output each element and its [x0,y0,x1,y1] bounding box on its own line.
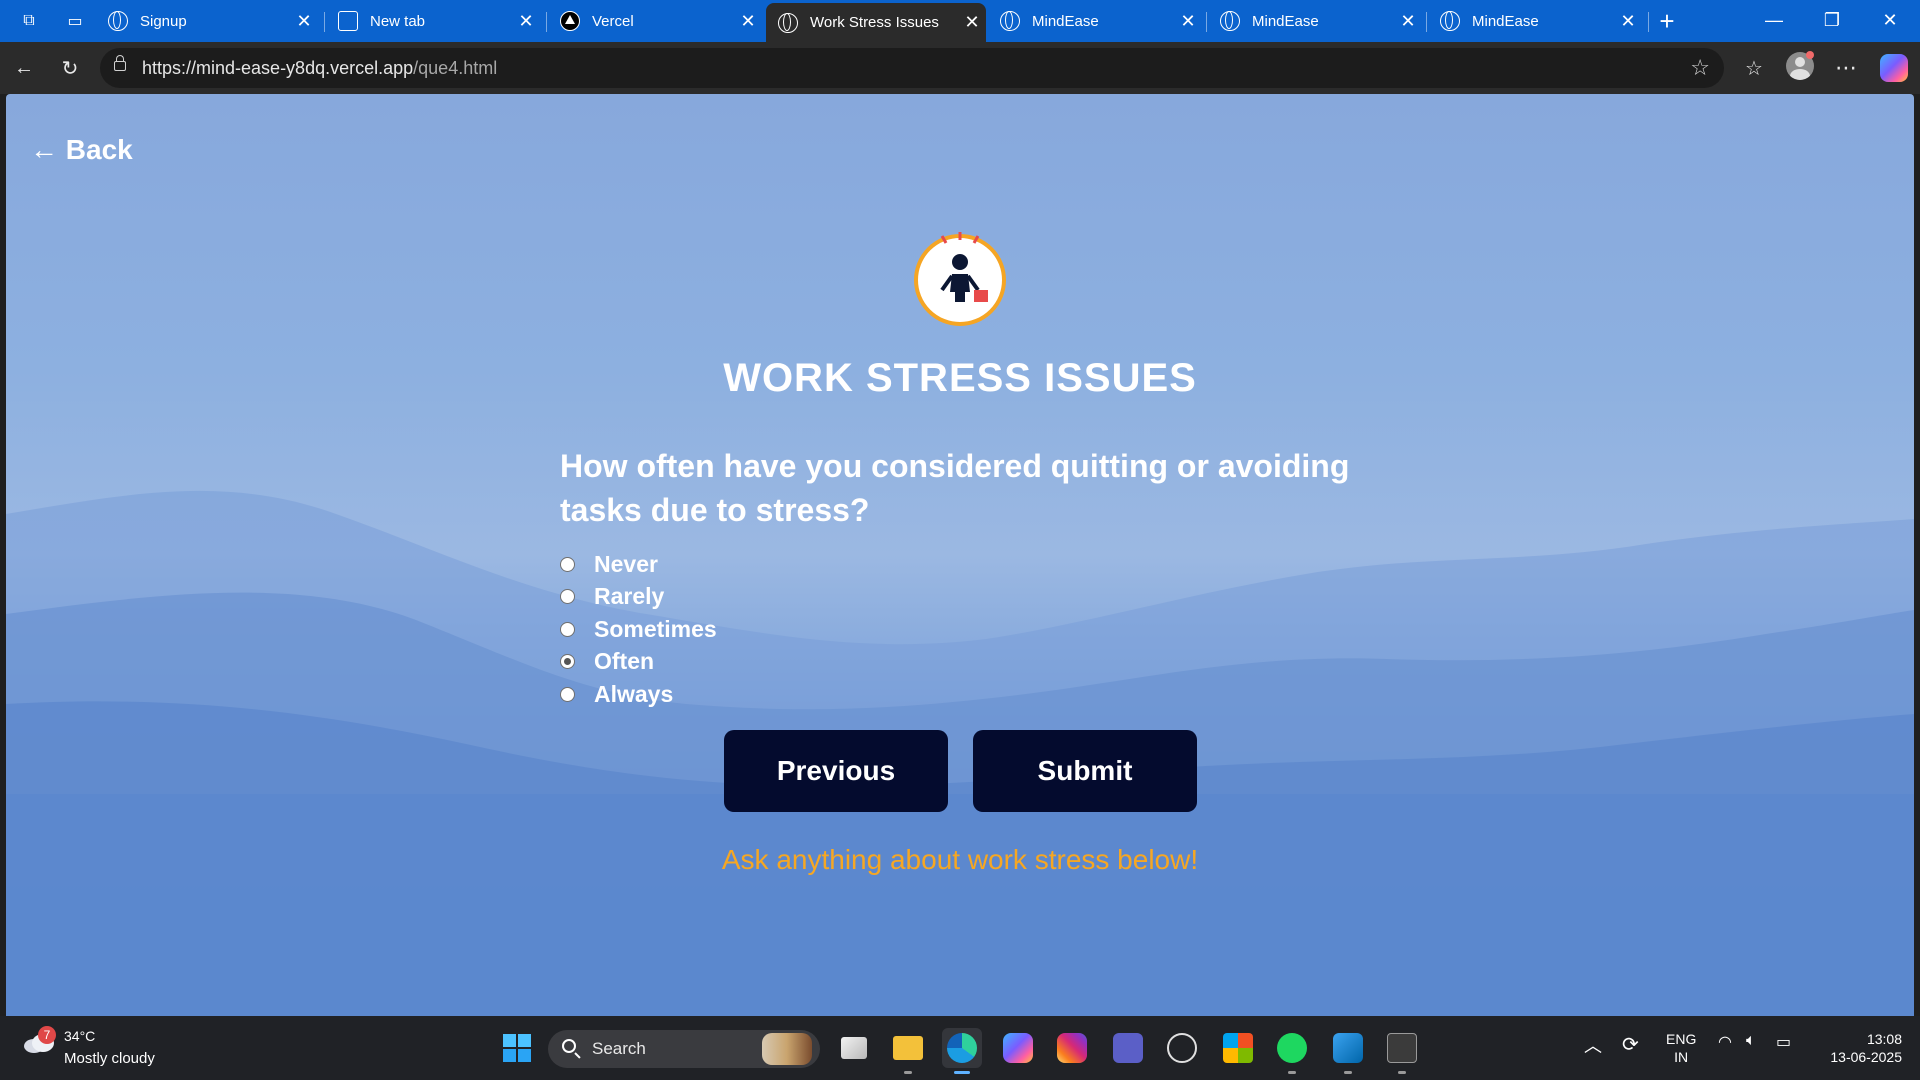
taskbar-clock[interactable]: 13:08 13-06-2025 [1812,1030,1902,1066]
microsoft-store-icon[interactable] [1218,1028,1258,1068]
vercel-icon [560,11,580,31]
close-tab-icon[interactable]: ✕ [734,11,762,32]
page-title: WORK STRESS ISSUES [723,356,1197,400]
globe-icon [1000,11,1020,31]
tab-title: MindEase [1472,12,1539,30]
new-tab-icon [338,11,358,31]
globe-icon [1440,11,1460,31]
instagram-icon[interactable] [1052,1028,1092,1068]
url-text[interactable]: https://mind-ease-y8dq.vercel.app/que4.h… [142,58,497,79]
taskbar-search[interactable]: Search [548,1030,820,1068]
radio-button[interactable] [560,686,575,702]
file-explorer-icon[interactable] [888,1028,928,1074]
back-link[interactable]: ← Back [30,134,133,166]
spotify-icon[interactable] [1272,1028,1312,1074]
favorites-icon[interactable]: ☆ [1738,52,1770,84]
weather-description[interactable]: Mostly cloudy [64,1050,155,1067]
copilot-icon[interactable] [1880,54,1908,82]
lock-icon [114,55,126,71]
globe-icon [1220,11,1240,31]
radio-button[interactable] [560,589,575,605]
option-label: Rarely [594,583,665,610]
wifi-icon[interactable]: ◠ [1718,1032,1732,1052]
option-sometimes[interactable]: Sometimes [560,613,960,646]
address-bar[interactable]: https://mind-ease-y8dq.vercel.app/que4.h… [100,48,1724,88]
more-options-icon[interactable]: ⋯ [1830,52,1862,84]
radio-button-selected[interactable] [560,654,575,670]
vertical-tabs-icon[interactable]: ▭ [62,8,88,34]
option-rarely[interactable]: Rarely [560,581,960,614]
minimize-icon[interactable]: — [1746,0,1802,40]
answer-options: Never Rarely Sometimes Often Always [560,548,960,711]
weather-temperature[interactable]: 34°C [64,1028,95,1044]
tab-strip: ⧉ ▭ Signup ✕ New tab ✕ Vercel ✕ Work Str… [0,0,1920,42]
browser-window: ⧉ ▭ Signup ✕ New tab ✕ Vercel ✕ Work Str… [0,0,1920,1080]
radio-button[interactable] [560,556,575,572]
windows-logo-icon [503,1034,531,1062]
input-language[interactable]: ENG IN [1666,1030,1696,1066]
submit-button[interactable]: Submit [973,730,1197,812]
back-arrow-icon[interactable]: ← [8,52,40,84]
option-often[interactable]: Often [560,646,960,679]
option-never[interactable]: Never [560,548,960,581]
option-label: Always [594,680,674,707]
battery-icon[interactable]: ▭ [1776,1032,1791,1052]
workspaces-icon[interactable]: ⧉ [16,8,42,34]
option-label: Sometimes [594,615,717,642]
edge-browser-icon[interactable] [942,1028,982,1074]
refresh-icon[interactable]: ↻ [54,52,86,84]
close-tab-icon[interactable]: ✕ [1394,11,1422,32]
close-tab-icon[interactable]: ✕ [958,12,986,33]
new-tab-plus-icon[interactable]: + [1654,6,1680,36]
close-tab-icon[interactable]: ✕ [1614,11,1642,32]
chat-prompt-text: Ask anything about work stress below! [721,844,1199,875]
question-text: How often have you considered quitting o… [560,448,1350,528]
globe-icon [778,12,798,33]
tab-signup[interactable]: Signup ✕ [96,3,318,39]
tab-mindease-1[interactable]: MindEase ✕ [988,3,1202,39]
restore-icon[interactable]: ❐ [1804,0,1860,40]
vscode-icon[interactable] [1328,1028,1368,1074]
terminal-icon[interactable] [1382,1028,1422,1074]
tab-work-stress-issues[interactable]: Work Stress Issues ✕ [766,3,986,42]
close-window-icon[interactable]: ✕ [1862,0,1918,40]
tab-new-tab[interactable]: New tab ✕ [326,3,540,39]
sync-icon[interactable]: ⟳ [1622,1032,1639,1057]
search-label: Search [592,1039,646,1058]
option-label: Never [594,550,658,577]
tab-vercel[interactable]: Vercel ✕ [548,3,762,39]
profile-notification-dot [1806,51,1814,59]
browser-toolbar: ← ↻ https://mind-ease-y8dq.vercel.app/qu… [0,42,1920,94]
search-highlight-image [762,1033,812,1065]
taskbar: 7 34°C Mostly cloudy Search ︿ ⟳ ENG IN ◠… [0,1016,1920,1080]
tab-title: Vercel [592,12,634,30]
tab-title: MindEase [1032,12,1099,30]
task-view-icon[interactable] [834,1028,874,1068]
page-viewport: ← Back WORK STRESS ISSUES How often have… [6,94,1914,1016]
copilot-app-icon[interactable] [998,1028,1038,1068]
radio-button[interactable] [560,621,575,637]
stressed-worker-icon [914,232,1006,326]
favorite-star-icon[interactable]: ☆ [1690,55,1710,81]
globe-icon [108,11,128,31]
close-tab-icon[interactable]: ✕ [512,11,540,32]
option-always[interactable]: Always [560,678,960,711]
dell-icon[interactable] [1162,1028,1202,1068]
show-hidden-icons-chevron-icon[interactable]: ︿ [1584,1032,1602,1058]
tab-title: New tab [370,12,426,30]
tab-title: Signup [140,12,187,30]
start-button[interactable] [497,1028,537,1068]
volume-icon[interactable]: 🔈︎ [1746,1032,1756,1050]
tab-mindease-2[interactable]: MindEase ✕ [1208,3,1422,39]
teams-icon[interactable] [1108,1028,1148,1068]
option-label: Often [594,648,655,675]
weather-badge: 7 [38,1026,56,1044]
close-tab-icon[interactable]: ✕ [1174,11,1202,32]
previous-button[interactable]: Previous [724,730,948,812]
tab-mindease-3[interactable]: MindEase ✕ [1428,3,1642,39]
tab-title: Work Stress Issues [810,14,939,31]
tab-title: MindEase [1252,12,1319,30]
close-tab-icon[interactable]: ✕ [290,11,318,32]
search-icon [562,1039,576,1053]
